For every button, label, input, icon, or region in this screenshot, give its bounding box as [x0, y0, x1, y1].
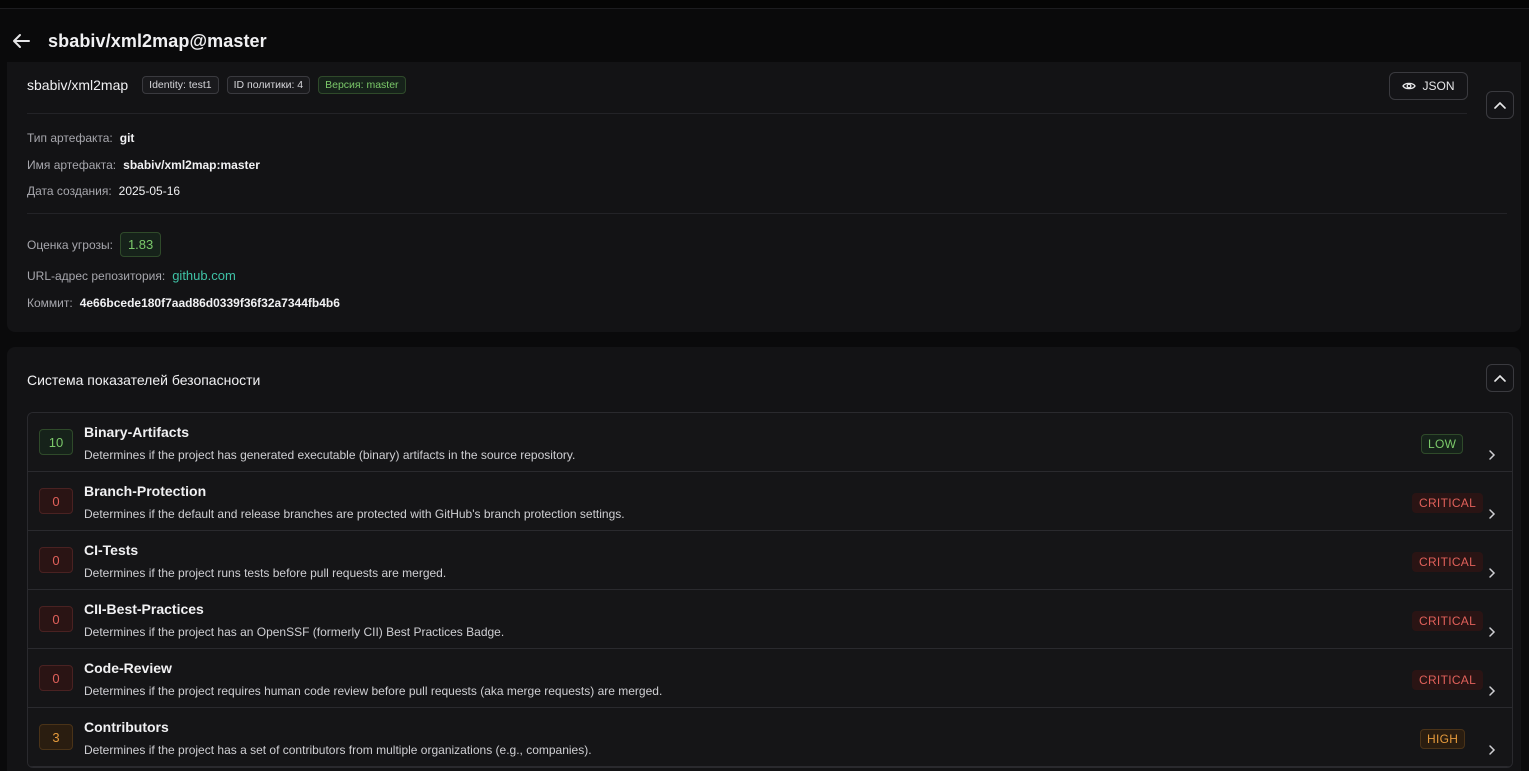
commit-label: Коммит: [27, 296, 73, 310]
check-row-code-review[interactable]: 0 Code-Review Determines if the project … [28, 649, 1512, 708]
risk-badge: CRITICAL [1412, 670, 1484, 690]
check-score: 10 [39, 429, 73, 455]
collapse-scorecard-button[interactable] [1486, 364, 1514, 392]
artifact-name-row: Имя артефакта: sbabiv/xml2map:master [27, 158, 260, 172]
check-row-binary-artifacts[interactable]: 10 Binary-Artifacts Determines if the pr… [28, 413, 1512, 472]
page-title: sbabiv/xml2map@master [48, 30, 267, 51]
created-date-label: Дата создания: [27, 184, 112, 198]
top-strip [0, 0, 1529, 9]
check-description: Determines if the project has a set of c… [84, 743, 592, 757]
security-scorecard-card: Система показателей безопасности 10 Bina… [7, 347, 1521, 771]
artifact-type-row: Тип артефакта: git [27, 131, 134, 145]
back-button[interactable] [10, 30, 32, 52]
risk-badge: CRITICAL [1412, 611, 1484, 631]
info-divider-1 [27, 113, 1467, 114]
repo-url-link[interactable]: github.com [172, 268, 236, 283]
chevron-right-icon [1489, 509, 1496, 519]
check-name: CII-Best-Practices [84, 601, 204, 617]
check-row-branch-protection[interactable]: 0 Branch-Protection Determines if the de… [28, 472, 1512, 531]
created-date-value: 2025-05-16 [118, 184, 181, 198]
check-name: Contributors [84, 719, 169, 735]
commit-value: 4e66bcede180f7aad86d0339f36f32a7344fb4b6 [79, 296, 340, 310]
commit-row: Коммит: 4e66bcede180f7aad86d0339f36f32a7… [27, 296, 340, 310]
policy-id-badge: ID политики: 4 [226, 76, 311, 94]
collapse-info-button[interactable] [1486, 91, 1514, 119]
check-description: Determines if the project runs tests bef… [84, 566, 447, 580]
risk-badge: HIGH [1420, 729, 1466, 749]
check-score: 0 [39, 665, 73, 691]
threat-score-value: 1.83 [119, 232, 162, 257]
check-row-ci-tests[interactable]: 0 CI-Tests Determines if the project run… [28, 531, 1512, 590]
page-header: sbabiv/xml2map@master [0, 22, 1529, 60]
repo-name: sbabiv/xml2map [27, 77, 129, 93]
identity-badge: Identity: test1 [142, 76, 219, 94]
check-name: Code-Review [84, 660, 172, 676]
check-row-cii-best-practices[interactable]: 0 CII-Best-Practices Determines if the p… [28, 590, 1512, 649]
artifact-info-card: sbabiv/xml2map Identity: test1 ID полити… [7, 62, 1521, 332]
info-divider-2 [27, 213, 1507, 214]
chevron-up-icon [1494, 374, 1506, 382]
check-name: Branch-Protection [84, 483, 207, 499]
scorecard-title: Система показателей безопасности [27, 372, 261, 388]
check-score: 0 [39, 606, 73, 632]
threat-score-row: Оценка угрозы: 1.83 [27, 232, 162, 257]
check-description: Determines if the project requires human… [84, 684, 663, 698]
check-description: Determines if the project has an OpenSSF… [84, 625, 505, 639]
check-row-contributors[interactable]: 3 Contributors Determines if the project… [28, 708, 1512, 767]
check-description: Determines if the default and release br… [84, 507, 625, 521]
json-button[interactable]: JSON [1389, 72, 1468, 100]
arrow-left-icon [13, 34, 30, 48]
artifact-name-value: sbabiv/xml2map:master [123, 158, 260, 172]
repo-url-label: URL-адрес репозитория: [27, 268, 166, 283]
chevron-right-icon [1489, 745, 1496, 755]
chevron-right-icon [1489, 450, 1496, 460]
check-score: 3 [39, 724, 73, 750]
version-badge: Версия: master [318, 76, 406, 94]
chevron-right-icon [1489, 627, 1496, 637]
chevron-right-icon [1489, 686, 1496, 696]
eye-icon [1402, 82, 1417, 90]
check-name: CI-Tests [84, 542, 139, 558]
repo-row: sbabiv/xml2map Identity: test1 ID полити… [27, 76, 414, 94]
check-description: Determines if the project has generated … [84, 448, 576, 462]
checks-list: 10 Binary-Artifacts Determines if the pr… [27, 412, 1513, 768]
artifact-type-value: git [119, 131, 135, 145]
chevron-right-icon [1489, 568, 1496, 578]
check-score: 0 [39, 488, 73, 514]
threat-score-label: Оценка угрозы: [27, 237, 113, 252]
repo-url-row: URL-адрес репозитория: github.com [27, 268, 236, 283]
check-name: Binary-Artifacts [84, 424, 190, 440]
artifact-type-label: Тип артефакта: [27, 131, 113, 145]
check-score: 0 [39, 547, 73, 573]
risk-badge: LOW [1421, 434, 1464, 454]
created-date-row: Дата создания: 2025-05-16 [27, 184, 180, 198]
artifact-name-label: Имя артефакта: [27, 158, 117, 172]
json-button-label: JSON [1422, 79, 1455, 93]
risk-badge: CRITICAL [1412, 493, 1484, 513]
risk-badge: CRITICAL [1412, 552, 1484, 572]
chevron-up-icon [1494, 101, 1506, 109]
